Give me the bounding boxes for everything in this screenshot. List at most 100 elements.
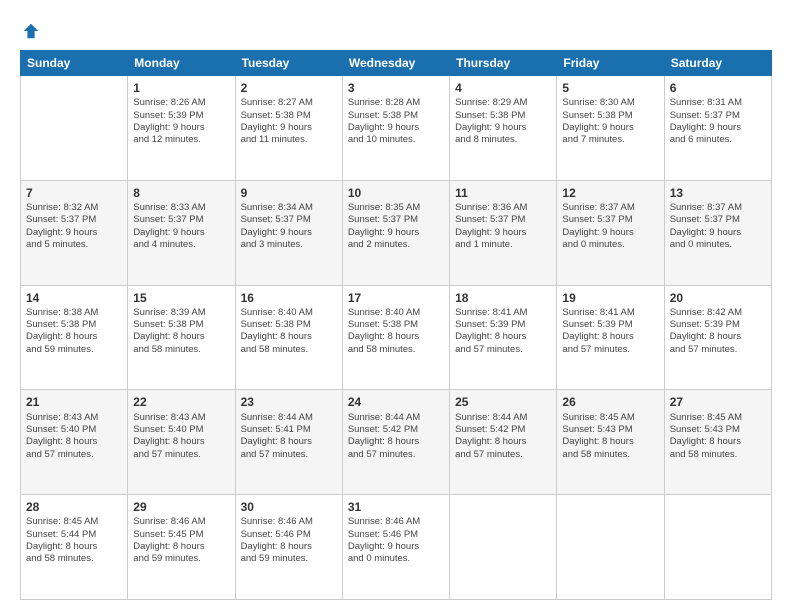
calendar-cell <box>21 76 128 181</box>
calendar-cell: 27 Sunrise: 8:45 AM Sunset: 5:43 PM Dayli… <box>664 390 771 495</box>
day-info: Sunrise: 8:34 AM Sunset: 5:37 PM Dayligh… <box>241 202 337 251</box>
calendar-cell: 13Sunrise: 8:37 AM Sunset: 5:37 PM Dayli… <box>664 180 771 285</box>
day-info: Sunrise: 8:41 AM Sunset: 5:39 PM Dayligh… <box>562 307 658 356</box>
day-number: 30 <box>241 499 337 515</box>
day-number: 5 <box>562 80 658 96</box>
day-info: Sunrise: 8:44 AM Sunset: 5:41 PM Dayligh… <box>241 412 337 461</box>
day-number: 14 <box>26 290 122 306</box>
day-number: 3 <box>348 80 444 96</box>
calendar-cell: 4Sunrise: 8:29 AM Sunset: 5:38 PM Daylig… <box>450 76 557 181</box>
calendar-cell: 6Sunrise: 8:31 AM Sunset: 5:37 PM Daylig… <box>664 76 771 181</box>
day-number: 12 <box>562 185 658 201</box>
day-number: 27 <box>670 394 766 410</box>
day-number: 21 <box>26 394 122 410</box>
day-number: 17 <box>348 290 444 306</box>
day-info: Sunrise: 8:37 AM Sunset: 5:37 PM Dayligh… <box>670 202 766 251</box>
day-info: Sunrise: 8:26 AM Sunset: 5:39 PM Dayligh… <box>133 97 229 146</box>
day-info: Sunrise: 8:30 AM Sunset: 5:38 PM Dayligh… <box>562 97 658 146</box>
calendar-cell: 15Sunrise: 8:39 AM Sunset: 5:38 PM Dayli… <box>128 285 235 390</box>
calendar-cell: 17Sunrise: 8:40 AM Sunset: 5:38 PM Dayli… <box>342 285 449 390</box>
calendar-cell: 11Sunrise: 8:36 AM Sunset: 5:37 PM Dayli… <box>450 180 557 285</box>
day-info: Sunrise: 8:46 AM Sunset: 5:46 PM Dayligh… <box>348 516 444 565</box>
day-info: Sunrise: 8:29 AM Sunset: 5:38 PM Dayligh… <box>455 97 551 146</box>
day-number: 11 <box>455 185 551 201</box>
day-info: Sunrise: 8:31 AM Sunset: 5:37 PM Dayligh… <box>670 97 766 146</box>
day-info: Sunrise: 8:44 AM Sunset: 5:42 PM Dayligh… <box>348 412 444 461</box>
day-info: Sunrise: 8:43 AM Sunset: 5:40 PM Dayligh… <box>133 412 229 461</box>
calendar-cell: 1Sunrise: 8:26 AM Sunset: 5:39 PM Daylig… <box>128 76 235 181</box>
day-number: 18 <box>455 290 551 306</box>
calendar-cell: 30Sunrise: 8:46 AM Sunset: 5:46 PM Dayli… <box>235 495 342 600</box>
logo <box>20 22 40 40</box>
day-number: 24 <box>348 394 444 410</box>
calendar-cell: 9Sunrise: 8:34 AM Sunset: 5:37 PM Daylig… <box>235 180 342 285</box>
day-info: Sunrise: 8:28 AM Sunset: 5:38 PM Dayligh… <box>348 97 444 146</box>
calendar-row: 21 Sunrise: 8:43 AM Sunset: 5:40 PM Dayli… <box>21 390 772 495</box>
day-info: Sunrise: 8:36 AM Sunset: 5:37 PM Dayligh… <box>455 202 551 251</box>
day-number: 26 <box>562 394 658 410</box>
day-info: Sunrise: 8:40 AM Sunset: 5:38 PM Dayligh… <box>241 307 337 356</box>
day-number: 25 <box>455 394 551 410</box>
day-number: 15 <box>133 290 229 306</box>
day-number: 1 <box>133 80 229 96</box>
day-info: Sunrise: 8:44 AM Sunset: 5:42 PM Dayligh… <box>455 412 551 461</box>
calendar-col-header: Monday <box>128 51 235 76</box>
day-number: 16 <box>241 290 337 306</box>
calendar-cell: 8Sunrise: 8:33 AM Sunset: 5:37 PM Daylig… <box>128 180 235 285</box>
calendar-cell: 2Sunrise: 8:27 AM Sunset: 5:38 PM Daylig… <box>235 76 342 181</box>
day-number: 7 <box>26 185 122 201</box>
calendar-col-header: Saturday <box>664 51 771 76</box>
calendar-col-header: Sunday <box>21 51 128 76</box>
calendar-cell: 25 Sunrise: 8:44 AM Sunset: 5:42 PM Dayli… <box>450 390 557 495</box>
day-info: Sunrise: 8:45 AM Sunset: 5:43 PM Dayligh… <box>670 412 766 461</box>
calendar-row: 7Sunrise: 8:32 AM Sunset: 5:37 PM Daylig… <box>21 180 772 285</box>
header <box>20 18 772 40</box>
day-number: 10 <box>348 185 444 201</box>
calendar-col-header: Thursday <box>450 51 557 76</box>
calendar-cell: 29Sunrise: 8:46 AM Sunset: 5:45 PM Dayli… <box>128 495 235 600</box>
day-number: 29 <box>133 499 229 515</box>
day-info: Sunrise: 8:45 AM Sunset: 5:43 PM Dayligh… <box>562 412 658 461</box>
calendar-cell: 16Sunrise: 8:40 AM Sunset: 5:38 PM Dayli… <box>235 285 342 390</box>
day-number: 4 <box>455 80 551 96</box>
day-info: Sunrise: 8:38 AM Sunset: 5:38 PM Dayligh… <box>26 307 122 356</box>
day-number: 9 <box>241 185 337 201</box>
calendar-cell: 3Sunrise: 8:28 AM Sunset: 5:38 PM Daylig… <box>342 76 449 181</box>
calendar-cell: 21Sunrise: 8:43 AM Sunset: 5:40 PM Dayli… <box>21 390 128 495</box>
calendar-header-row: SundayMondayTuesdayWednesdayThursdayFrid… <box>21 51 772 76</box>
day-number: 23 <box>241 394 337 410</box>
day-info: Sunrise: 8:37 AM Sunset: 5:37 PM Dayligh… <box>562 202 658 251</box>
day-info: Sunrise: 8:46 AM Sunset: 5:45 PM Dayligh… <box>133 516 229 565</box>
day-number: 8 <box>133 185 229 201</box>
day-info: Sunrise: 8:45 AM Sunset: 5:44 PM Dayligh… <box>26 516 122 565</box>
calendar-cell: 26 Sunrise: 8:45 AM Sunset: 5:43 PM Dayli… <box>557 390 664 495</box>
day-number: 19 <box>562 290 658 306</box>
calendar-cell <box>664 495 771 600</box>
day-info: Sunrise: 8:33 AM Sunset: 5:37 PM Dayligh… <box>133 202 229 251</box>
day-number: 28 <box>26 499 122 515</box>
day-info: Sunrise: 8:42 AM Sunset: 5:39 PM Dayligh… <box>670 307 766 356</box>
calendar-cell: 23 Sunrise: 8:44 AM Sunset: 5:41 PM Dayli… <box>235 390 342 495</box>
day-info: Sunrise: 8:27 AM Sunset: 5:38 PM Dayligh… <box>241 97 337 146</box>
calendar-cell: 22 Sunrise: 8:43 AM Sunset: 5:40 PM Dayli… <box>128 390 235 495</box>
logo-icon <box>22 22 40 40</box>
calendar-col-header: Tuesday <box>235 51 342 76</box>
calendar-cell <box>450 495 557 600</box>
day-info: Sunrise: 8:35 AM Sunset: 5:37 PM Dayligh… <box>348 202 444 251</box>
day-number: 2 <box>241 80 337 96</box>
day-info: Sunrise: 8:39 AM Sunset: 5:38 PM Dayligh… <box>133 307 229 356</box>
day-info: Sunrise: 8:40 AM Sunset: 5:38 PM Dayligh… <box>348 307 444 356</box>
page: SundayMondayTuesdayWednesdayThursdayFrid… <box>0 0 792 612</box>
calendar-cell: 14Sunrise: 8:38 AM Sunset: 5:38 PM Dayli… <box>21 285 128 390</box>
calendar-row: 28Sunrise: 8:45 AM Sunset: 5:44 PM Dayli… <box>21 495 772 600</box>
calendar-col-header: Wednesday <box>342 51 449 76</box>
calendar-cell: 28Sunrise: 8:45 AM Sunset: 5:44 PM Dayli… <box>21 495 128 600</box>
day-number: 20 <box>670 290 766 306</box>
day-number: 22 <box>133 394 229 410</box>
calendar-cell: 31Sunrise: 8:46 AM Sunset: 5:46 PM Dayli… <box>342 495 449 600</box>
calendar-col-header: Friday <box>557 51 664 76</box>
calendar-cell: 24 Sunrise: 8:44 AM Sunset: 5:42 PM Dayli… <box>342 390 449 495</box>
calendar-cell: 7Sunrise: 8:32 AM Sunset: 5:37 PM Daylig… <box>21 180 128 285</box>
calendar-cell <box>557 495 664 600</box>
day-number: 6 <box>670 80 766 96</box>
